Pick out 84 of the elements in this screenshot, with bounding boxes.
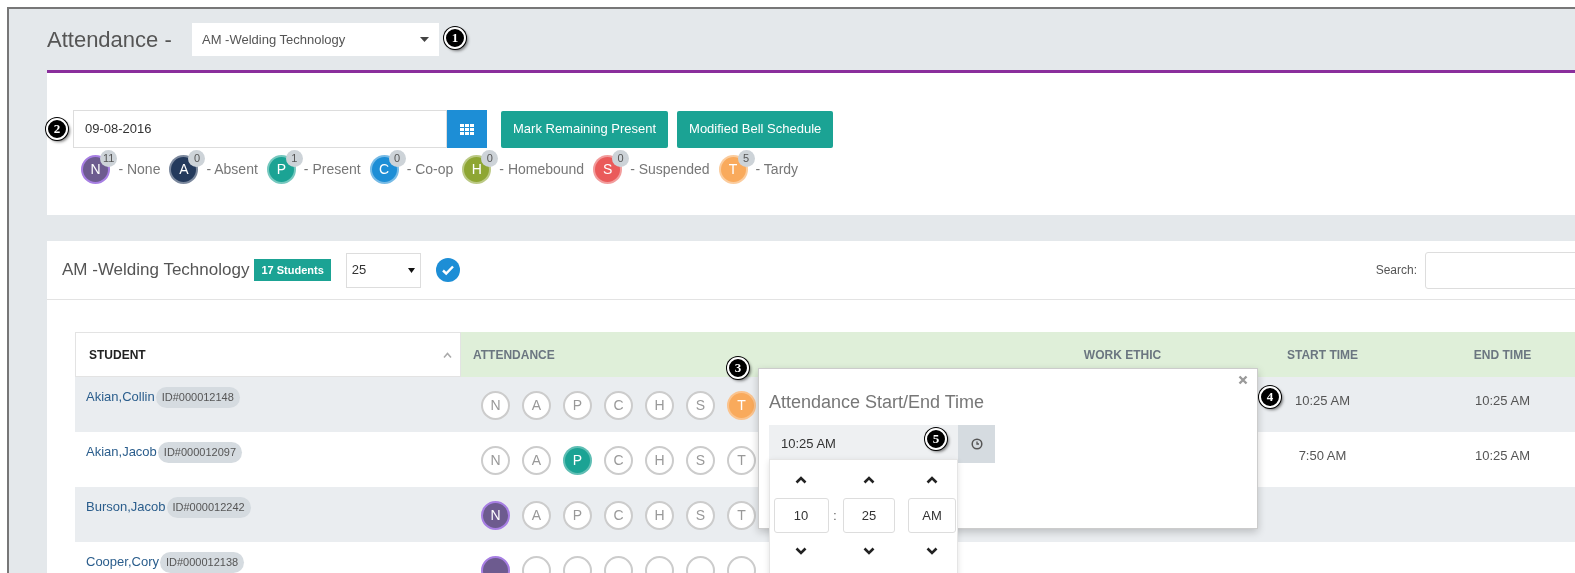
page-title: Attendance -: [47, 26, 173, 54]
count-badge: 0: [612, 150, 630, 167]
hour-field[interactable]: 10: [773, 498, 829, 533]
attendance-toggle[interactable]: N: [481, 391, 510, 420]
date-field[interactable]: 09-08-2016: [73, 110, 447, 148]
calendar-button[interactable]: [447, 110, 487, 148]
callout-number: 2: [46, 118, 68, 140]
legend-label: - Tardy: [755, 160, 799, 179]
time-separator: :: [833, 507, 837, 525]
callout-number: 4: [1259, 386, 1281, 408]
time-cell-text: 10:25 AM: [1295, 392, 1350, 410]
popover-title: Attendance Start/End Time: [769, 391, 986, 414]
callout-number: 1: [444, 27, 466, 49]
legend-label: - Present: [303, 160, 361, 179]
column-header: ATTENDANCE: [473, 346, 555, 364]
calendar-grid-icon: [460, 123, 474, 135]
student-id-badge: ID#000012138: [160, 552, 245, 573]
student-id-badge: ID#000012097: [157, 442, 242, 463]
chevron-down-icon[interactable]: [795, 547, 807, 555]
callout-number: 3: [727, 357, 749, 379]
section-title: AM -Welding Technology: [62, 259, 250, 282]
legend-label: - Suspended: [630, 160, 710, 179]
legend-label: - None: [118, 160, 161, 179]
attendance-toggle[interactable]: T: [727, 501, 756, 530]
attendance-toggle[interactable]: A: [522, 446, 551, 475]
close-icon[interactable]: [1238, 375, 1248, 385]
attendance-toggle[interactable]: H: [645, 446, 674, 475]
legend-label: - Absent: [206, 160, 258, 179]
student-link[interactable]: Burson,Jacob: [86, 497, 166, 517]
attendance-toggle[interactable]: P: [563, 501, 592, 530]
period-toggle[interactable]: AM: [908, 498, 956, 533]
column-header: STUDENT: [89, 346, 146, 364]
attendance-toggle[interactable]: H: [645, 391, 674, 420]
column-header: END TIME: [1473, 346, 1532, 364]
attendance-toggle[interactable]: N: [481, 501, 510, 530]
clock-button[interactable]: [958, 425, 995, 463]
action-button[interactable]: Modified Bell Schedule: [677, 110, 834, 148]
count-badge: 11: [100, 150, 118, 167]
clock-icon: [970, 438, 983, 450]
count-badge: 0: [188, 150, 206, 167]
chevron-down-icon[interactable]: [926, 547, 938, 555]
student-id-badge: ID#000012242: [166, 497, 251, 518]
sort-icon[interactable]: [443, 351, 452, 358]
legend-label: - Co-op: [406, 160, 454, 179]
student-count-badge: 17 Students: [254, 258, 331, 282]
student-link[interactable]: Akian,Jacob: [86, 442, 157, 462]
attendance-toggle[interactable]: T: [727, 446, 756, 475]
caret-icon: [420, 37, 429, 42]
search-label: Search:: [1375, 262, 1417, 279]
attendance-toggle[interactable]: P: [563, 446, 592, 475]
class-select[interactable]: AM -Welding Technology: [192, 23, 439, 56]
student-id-badge: ID#000012148: [155, 387, 240, 408]
caret-icon: [407, 267, 415, 273]
column-header: START TIME: [1286, 346, 1359, 364]
attendance-toggle[interactable]: A: [522, 501, 551, 530]
action-button[interactable]: Mark Remaining Present: [501, 110, 669, 148]
attendance-toggle[interactable]: S: [686, 446, 715, 475]
minute-field[interactable]: 25: [843, 498, 895, 533]
attendance-toggle[interactable]: C: [604, 501, 633, 530]
student-link[interactable]: Cooper,Cory: [86, 552, 159, 572]
attendance-toggle[interactable]: S: [686, 391, 715, 420]
search-field[interactable]: [1425, 251, 1575, 289]
attendance-toggle[interactable]: H: [645, 501, 674, 530]
time-cell-text: 7:50 AM: [1298, 447, 1347, 465]
chevron-down-icon[interactable]: [863, 547, 875, 555]
attendance-toggle[interactable]: P: [563, 391, 592, 420]
chevron-up-icon[interactable]: [926, 476, 938, 484]
check-circle-icon[interactable]: [435, 258, 460, 282]
attendance-toggle[interactable]: C: [604, 391, 633, 420]
page-size-select[interactable]: 25: [345, 252, 421, 288]
legend-label: - Homebound: [499, 160, 585, 179]
count-badge: 0: [481, 150, 499, 167]
student-link[interactable]: Akian,Collin: [86, 387, 155, 407]
column-header: WORK ETHIC: [1083, 346, 1162, 364]
attendance-toggle[interactable]: T: [727, 391, 756, 420]
time-cell-text: 10:25 AM: [1475, 392, 1530, 410]
time-cell-text: 10:25 AM: [1475, 447, 1530, 465]
chevron-up-icon[interactable]: [795, 476, 807, 484]
chevron-up-icon[interactable]: [863, 476, 875, 484]
attendance-toggle[interactable]: A: [522, 391, 551, 420]
attendance-toggle[interactable]: N: [481, 446, 510, 475]
callout-number: 5: [925, 428, 947, 450]
attendance-toggle[interactable]: S: [686, 501, 715, 530]
attendance-toggle[interactable]: C: [604, 446, 633, 475]
